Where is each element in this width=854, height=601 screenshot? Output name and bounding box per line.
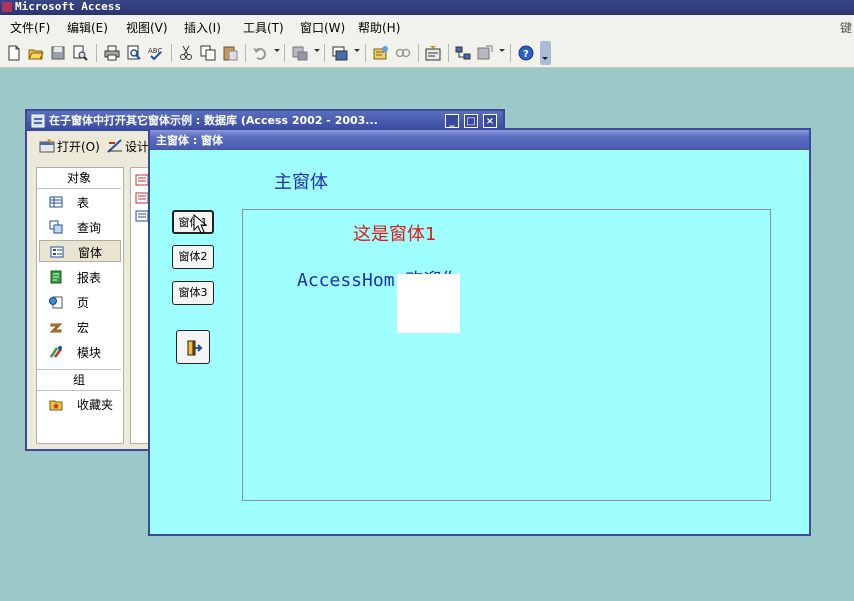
object-item-label: 查询 (77, 221, 102, 235)
toolbar-options-chevron-icon (542, 57, 548, 60)
form-list-item-icon[interactable] (135, 192, 149, 204)
save-icon[interactable] (50, 45, 66, 61)
exit-door-icon (187, 340, 203, 356)
toolbar-separator (510, 44, 511, 62)
object-item-modules[interactable]: 模块 (39, 341, 121, 363)
toolbar-separator (365, 44, 366, 62)
object-item-queries[interactable]: 查询 (39, 216, 121, 238)
object-item-label: 宏 (77, 321, 90, 335)
object-item-label: 报表 (77, 271, 102, 285)
open-object-button[interactable]: 打开(O) (57, 138, 100, 155)
table-icon (49, 196, 63, 208)
open-folder-icon[interactable] (28, 45, 44, 61)
main-form-title-bar[interactable]: 主窗体 : 窗体 (150, 130, 809, 150)
form-list-item-icon[interactable] (135, 210, 149, 222)
db-maximize-button[interactable]: □ (464, 114, 478, 128)
main-form-heading: 主窗体 (274, 172, 328, 193)
menu-tools[interactable]: 工具(T) (243, 19, 284, 36)
design-view-icon[interactable] (107, 139, 123, 153)
database-window-icon[interactable] (455, 45, 471, 61)
menu-file[interactable]: 文件(F) (10, 19, 50, 36)
group-item-favorites[interactable]: 收藏夹 (39, 393, 121, 415)
exit-button[interactable] (176, 330, 210, 364)
help-icon[interactable]: ? (518, 45, 534, 61)
menu-help[interactable]: 帮助(H) (358, 19, 400, 36)
toolbar-options-button[interactable] (540, 41, 551, 65)
design-view-button[interactable]: 设计 (125, 138, 149, 155)
access-app-icon (2, 2, 12, 12)
menu-right-hint: 键 (839, 21, 852, 35)
menu-insert[interactable]: 插入(I) (184, 19, 221, 36)
menu-bar: 文件(F) 编辑(E) 视图(V) 插入(I) 工具(T) 窗口(W) 帮助(H… (0, 15, 854, 39)
object-item-macros[interactable]: 宏 (39, 316, 121, 338)
main-form-window: 主窗体 : 窗体 主窗体 窗体1 窗体2 窗体3 这是窗体1 AccessHom… (148, 128, 811, 536)
overlay-blank-box (397, 274, 460, 333)
properties-icon[interactable] (425, 45, 441, 61)
object-item-label: 模块 (77, 346, 102, 360)
code-icon[interactable] (373, 45, 389, 61)
new-object-icon[interactable] (477, 45, 493, 61)
menu-edit[interactable]: 编辑(E) (67, 19, 108, 36)
object-item-pages[interactable]: 页 (39, 291, 121, 313)
print-preview-icon[interactable] (126, 45, 142, 61)
copy-icon[interactable] (200, 45, 216, 61)
db-minimize-button[interactable]: _ (445, 114, 459, 128)
objects-panel: 对象 表 查询 窗体 报表 页 宏 模块 组 收藏夹 (36, 167, 124, 444)
subform-container: 这是窗体1 AccessHom 欢迎你 (242, 209, 771, 501)
new-object-dropdown-icon[interactable] (499, 49, 505, 52)
new-document-icon[interactable] (6, 45, 22, 61)
favorites-folder-icon (49, 400, 63, 411)
mouse-cursor-icon (193, 214, 207, 234)
undo-dropdown-icon[interactable] (274, 49, 280, 52)
object-item-label: 页 (77, 296, 90, 310)
menu-view[interactable]: 视图(V) (126, 19, 168, 36)
db-close-button[interactable]: × (483, 114, 497, 128)
open-object-icon[interactable] (39, 139, 55, 153)
object-item-forms[interactable]: 窗体 (39, 240, 121, 262)
toolbar-separator (245, 44, 246, 62)
object-item-label: 表 (77, 196, 90, 210)
paste-icon[interactable] (222, 45, 238, 61)
module-icon (49, 346, 62, 358)
office-links-dropdown-icon[interactable] (314, 49, 320, 52)
analyze-icon[interactable] (332, 45, 348, 61)
form-icon (50, 246, 64, 258)
app-title: Microsoft Access (15, 0, 121, 13)
query-icon (49, 220, 63, 234)
toolbar-separator (448, 44, 449, 62)
standard-toolbar: ABC ? (0, 39, 854, 68)
open-form3-button[interactable]: 窗体3 (172, 281, 214, 305)
toolbar-separator (418, 44, 419, 62)
toolbar-separator (284, 44, 285, 62)
toolbar-separator (171, 44, 172, 62)
relationships-icon[interactable] (395, 45, 411, 61)
office-links-icon[interactable] (292, 45, 308, 61)
toolbar-separator (324, 44, 325, 62)
undo-icon[interactable] (252, 45, 268, 61)
macro-icon (49, 323, 63, 333)
object-item-label: 收藏夹 (77, 398, 114, 412)
file-search-icon[interactable] (72, 45, 88, 61)
database-icon (31, 114, 45, 128)
main-form-title: 主窗体 : 窗体 (156, 134, 224, 147)
toolbar-separator (96, 44, 97, 62)
form-list-item-icon[interactable] (135, 174, 149, 186)
page-icon (49, 296, 63, 309)
svg-text:?: ? (523, 49, 529, 60)
cut-icon[interactable] (178, 45, 194, 61)
object-item-label: 窗体 (78, 246, 103, 260)
menu-window[interactable]: 窗口(W) (300, 19, 345, 36)
spelling-icon[interactable]: ABC (148, 45, 164, 61)
subform-heading: 这是窗体1 (353, 224, 437, 245)
app-title-bar: Microsoft Access (0, 0, 854, 15)
report-icon (50, 270, 62, 284)
object-item-tables[interactable]: 表 (39, 191, 121, 213)
print-icon[interactable] (104, 45, 120, 61)
open-form2-button[interactable]: 窗体2 (172, 245, 214, 269)
analyze-dropdown-icon[interactable] (354, 49, 360, 52)
groups-header[interactable]: 组 (37, 369, 121, 391)
object-item-reports[interactable]: 报表 (39, 266, 121, 288)
objects-header[interactable]: 对象 (37, 168, 121, 189)
